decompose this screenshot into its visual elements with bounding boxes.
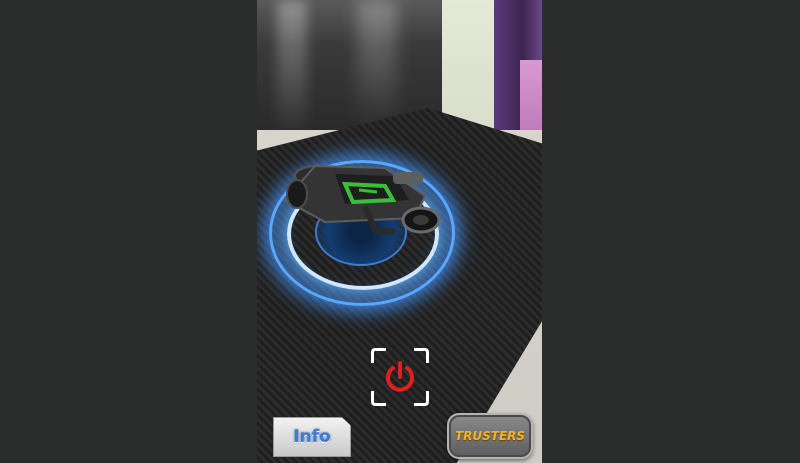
power-button[interactable] [371, 348, 429, 406]
ar-camera-view: Info TRUSTERS [257, 0, 542, 463]
power-icon [386, 361, 414, 392]
trusters-button[interactable]: TRUSTERS [447, 413, 533, 459]
info-button[interactable]: Info [273, 417, 351, 457]
motorcycle-model[interactable] [275, 148, 445, 244]
